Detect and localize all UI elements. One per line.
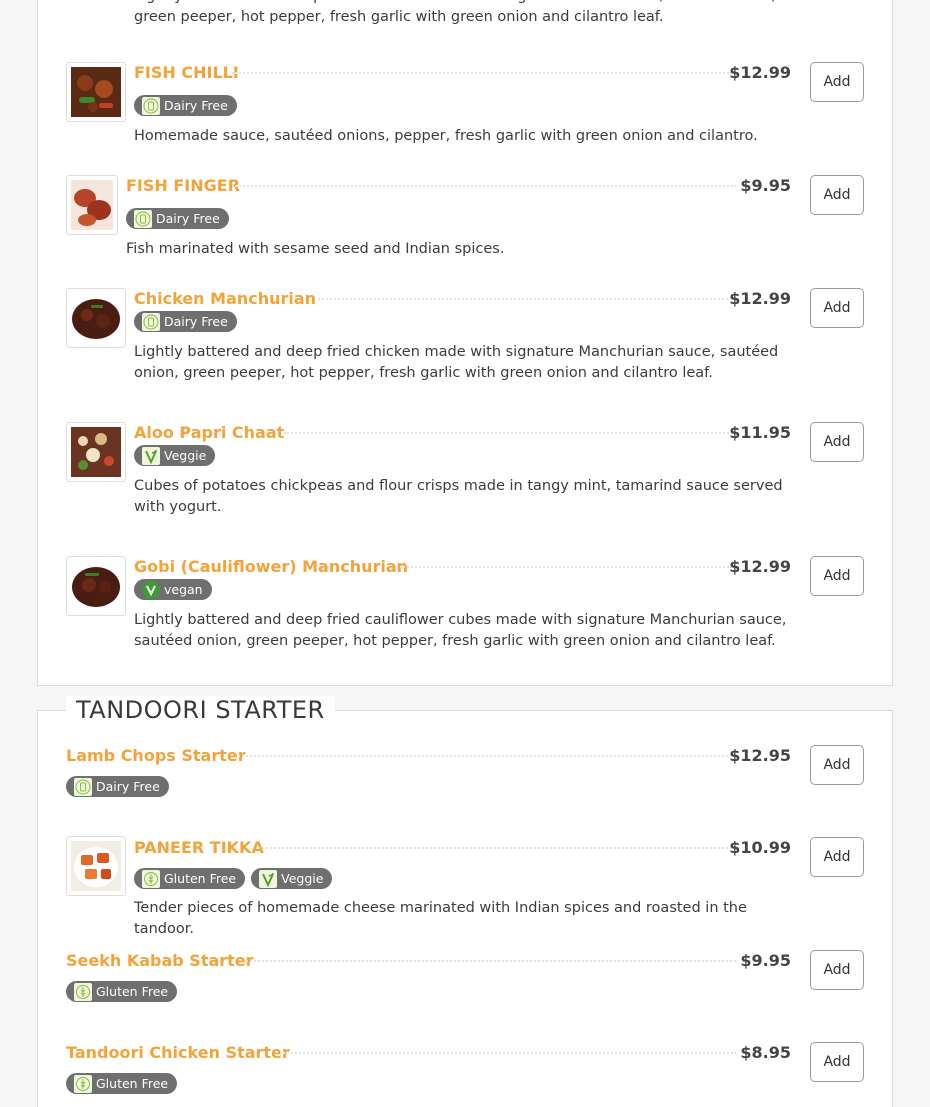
dietary-badges: Gluten Free Veggie xyxy=(134,868,333,889)
bottle-icon xyxy=(142,312,160,331)
dietary-badge: Dairy Free xyxy=(134,311,237,332)
wheat-icon xyxy=(74,982,92,1001)
vegan-icon xyxy=(142,580,160,599)
add-button[interactable]: Add xyxy=(810,288,864,328)
add-button[interactable]: Add xyxy=(810,1042,864,1082)
item-price: $12.99 xyxy=(729,63,791,82)
item-price: $8.95 xyxy=(740,1043,791,1062)
dotted-leader xyxy=(232,185,736,187)
item-price: $12.99 xyxy=(729,557,791,576)
section-title: TANDOORI STARTER xyxy=(66,696,335,724)
dietary-badge: Gluten Free xyxy=(66,981,178,1002)
dietary-badge: Veggie xyxy=(134,445,216,466)
item-name[interactable]: Chicken Manchurian xyxy=(134,289,316,308)
item-price: $9.95 xyxy=(740,176,791,195)
item-thumbnail[interactable] xyxy=(66,836,126,896)
wheat-icon xyxy=(74,1074,92,1093)
badge-label: Dairy Free xyxy=(96,779,160,794)
item-name[interactable]: PANEER TIKKA xyxy=(134,838,264,857)
badge-label: Dairy Free xyxy=(164,98,228,113)
dietary-badges: Dairy Free xyxy=(126,208,229,229)
dotted-leader xyxy=(318,298,732,300)
dietary-badge: Veggie xyxy=(251,868,333,889)
dietary-badge: Dairy Free xyxy=(66,776,169,797)
dotted-leader xyxy=(232,72,732,74)
item-name[interactable]: Lamb Chops Starter xyxy=(66,746,246,765)
item-description: Homemade sauce, sautéed onions, pepper, … xyxy=(134,128,758,144)
item-name[interactable]: Aloo Papri Chaat xyxy=(134,423,284,442)
badge-label: Gluten Free xyxy=(96,984,169,999)
item-description: Cubes of potatoes chickpeas and flour cr… xyxy=(134,478,783,515)
badge-label: Veggie xyxy=(164,448,207,463)
dietary-badges: Dairy Free xyxy=(66,776,169,797)
add-button[interactable]: Add xyxy=(810,837,864,877)
item-thumbnail[interactable] xyxy=(66,556,126,616)
dietary-badges: vegan xyxy=(134,579,212,600)
dietary-badges: Dairy Free xyxy=(134,311,237,332)
dotted-leader xyxy=(280,1052,736,1054)
item-thumbnail[interactable] xyxy=(66,62,126,122)
dotted-leader xyxy=(284,432,736,434)
dietary-badge: Gluten Free xyxy=(66,1073,178,1094)
add-button[interactable]: Add xyxy=(810,175,864,215)
item-price: $12.95 xyxy=(729,746,791,765)
add-button[interactable]: Add xyxy=(810,422,864,462)
dietary-badge: Dairy Free xyxy=(134,95,237,116)
item-description: Fish marinated with sesame seed and Indi… xyxy=(126,241,505,257)
dotted-leader xyxy=(238,755,732,757)
dietary-badges: Veggie xyxy=(134,445,216,466)
add-button[interactable]: Add xyxy=(810,556,864,596)
badge-label: vegan xyxy=(164,582,203,597)
gobi-manchurian-photo xyxy=(71,561,121,611)
item-description: Lightly battered and deep fried cauliflo… xyxy=(134,612,787,649)
dietary-badges: Gluten Free xyxy=(66,1073,178,1094)
item-thumbnail[interactable] xyxy=(66,288,126,348)
item-thumbnail[interactable] xyxy=(66,175,118,235)
menu-section-appetizers: Lightly battered and deep fried chicken … xyxy=(37,0,893,686)
item-name[interactable]: Gobi (Cauliflower) Manchurian xyxy=(134,557,408,576)
fish-chilli-photo xyxy=(71,67,121,117)
fish-finger-photo xyxy=(71,180,113,230)
bottle-icon xyxy=(142,96,160,115)
item-thumbnail[interactable] xyxy=(66,422,126,482)
bottle-icon xyxy=(74,777,92,796)
item-name[interactable]: Seekh Kabab Starter xyxy=(66,951,254,970)
item-name[interactable]: Tandoori Chicken Starter xyxy=(66,1043,290,1062)
item-description: Lightly battered and deep fried chicken … xyxy=(134,344,779,381)
badge-label: Gluten Free xyxy=(164,871,237,886)
badge-label: Veggie xyxy=(281,871,324,886)
dotted-leader xyxy=(246,960,736,962)
badge-label: Dairy Free xyxy=(156,211,220,226)
add-button[interactable]: Add xyxy=(810,62,864,102)
paneer-tikka-photo xyxy=(71,841,121,891)
item-description: Tender pieces of homemade cheese marinat… xyxy=(134,900,747,937)
leaf-icon xyxy=(259,869,278,888)
add-button[interactable]: Add xyxy=(810,950,864,990)
aloo-papri-chaat-photo xyxy=(71,427,121,477)
leaf-icon xyxy=(142,446,160,465)
item-description: Lightly battered and deep fried chicken … xyxy=(134,0,776,25)
item-price: $12.99 xyxy=(729,289,791,308)
menu-section-tandoori-starter: TANDOORI STARTER Lamb Chops Starter $12.… xyxy=(37,696,893,1107)
wheat-icon xyxy=(142,869,160,888)
add-button[interactable]: Add xyxy=(810,745,864,785)
dietary-badge: Dairy Free xyxy=(126,208,229,229)
item-price: $10.99 xyxy=(729,838,791,857)
dietary-badge: Gluten Free xyxy=(134,868,246,889)
bottle-icon xyxy=(134,209,152,228)
chicken-manchurian-photo xyxy=(71,293,121,343)
dotted-leader xyxy=(258,847,732,849)
dietary-badges: Dairy Free xyxy=(134,95,237,116)
item-price: $11.95 xyxy=(729,423,791,442)
item-name[interactable]: FISH FINGER xyxy=(126,176,240,195)
dietary-badge: vegan xyxy=(134,579,212,600)
dietary-badges: Gluten Free xyxy=(66,981,178,1002)
dotted-leader xyxy=(400,566,732,568)
item-price: $9.95 xyxy=(740,951,791,970)
item-name[interactable]: FISH CHILLI xyxy=(134,63,239,82)
badge-label: Dairy Free xyxy=(164,314,228,329)
badge-label: Gluten Free xyxy=(96,1076,169,1091)
